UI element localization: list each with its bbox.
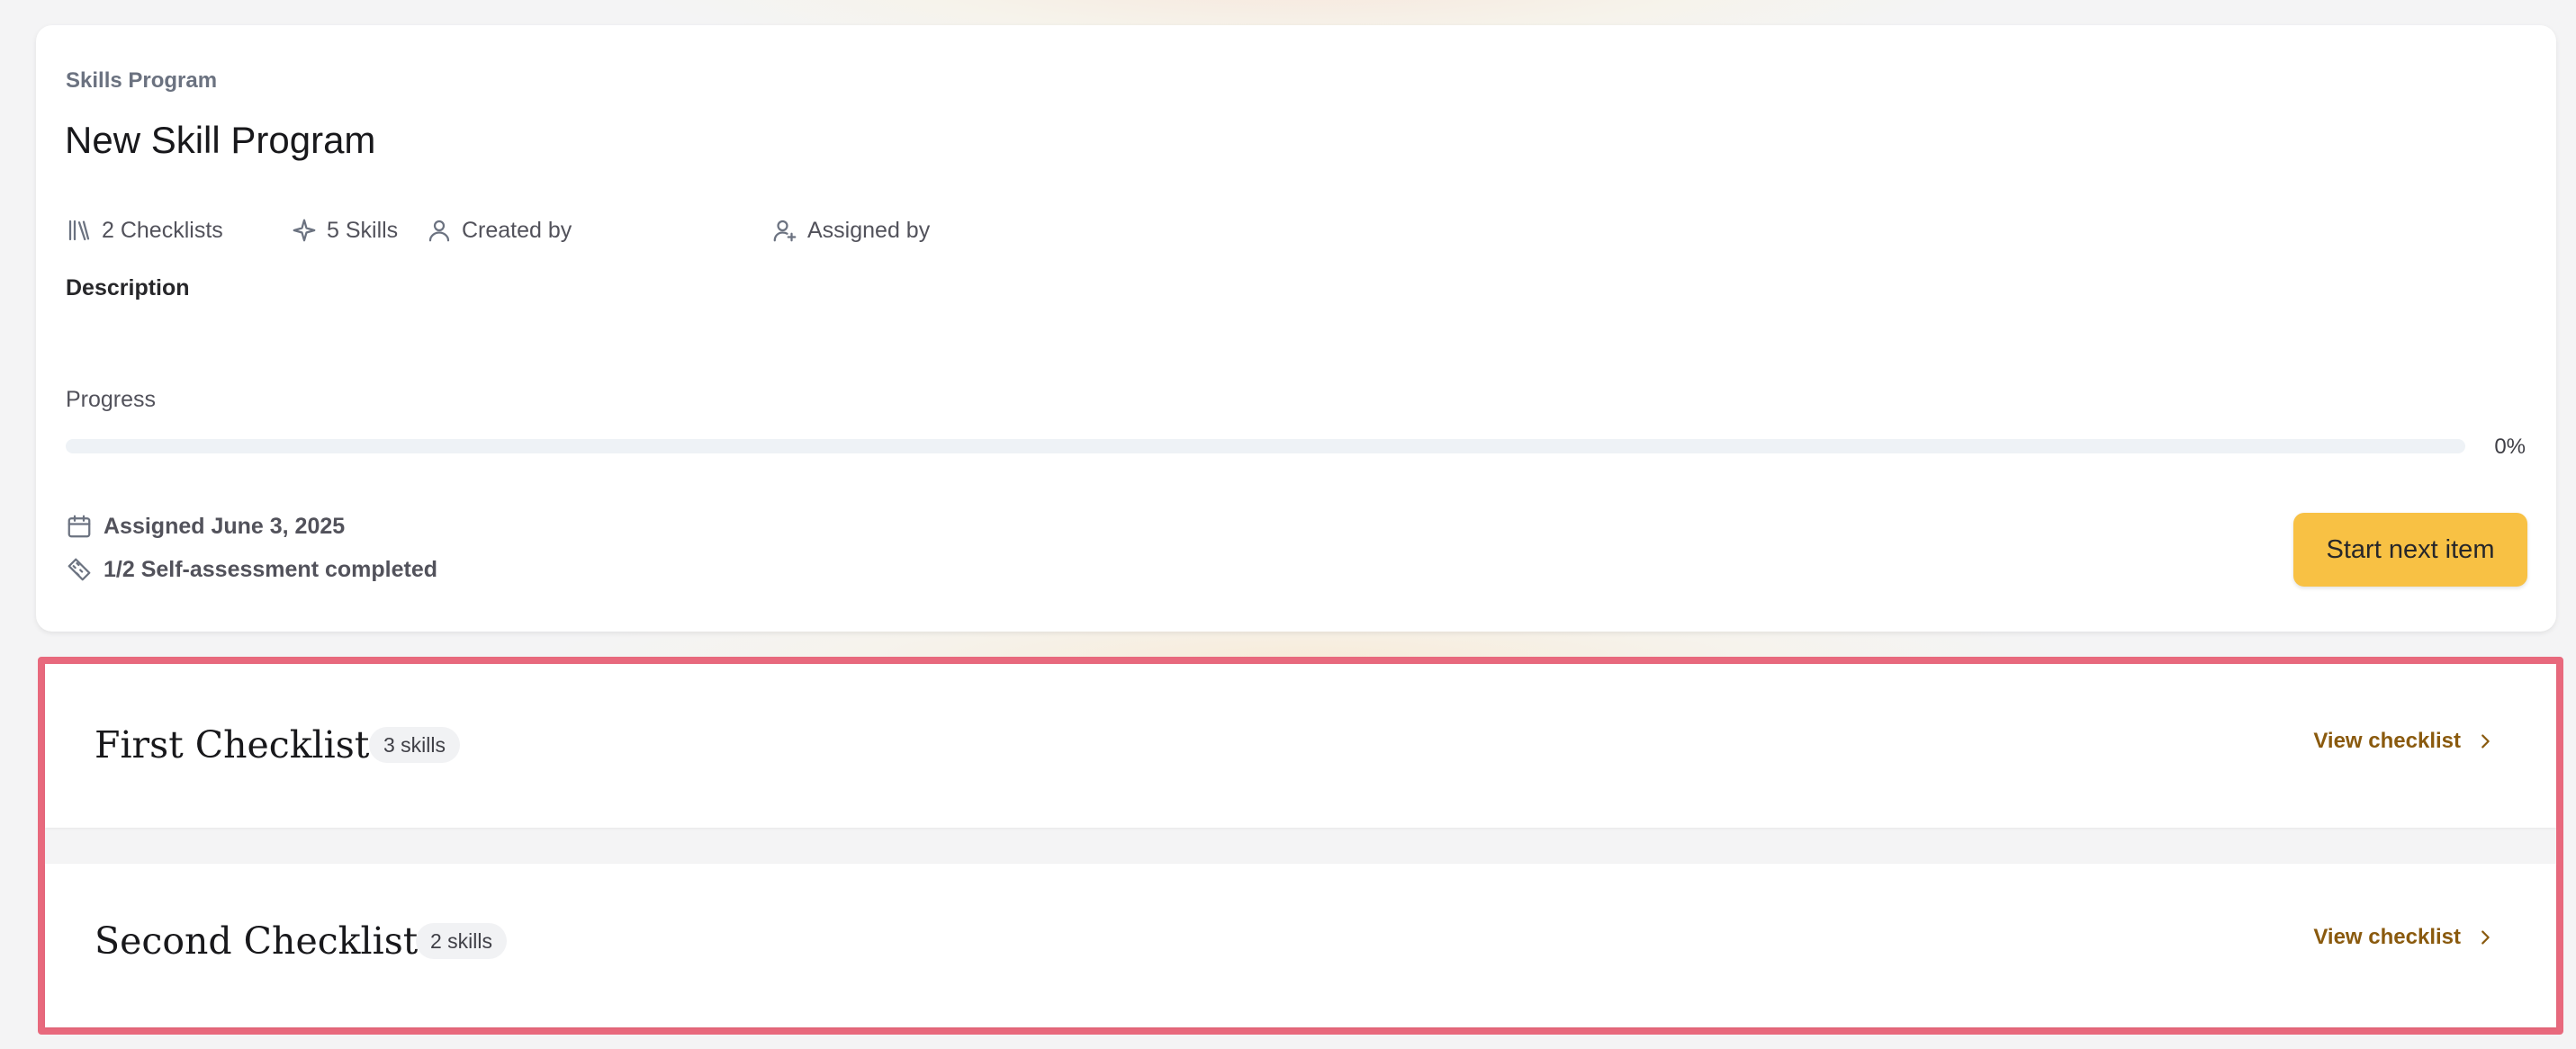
self-assessment-text: 1/2 Self-assessment completed — [104, 556, 437, 582]
program-meta: 2 Checklists 5 Skills Created by Assigne… — [66, 205, 1146, 256]
checklist-title: Second Checklist — [95, 919, 419, 963]
meta-skills: 5 Skills — [291, 205, 398, 256]
view-checklist-label: View checklist — [2313, 729, 2461, 753]
chevron-right-icon — [2481, 734, 2490, 749]
view-checklist-label: View checklist — [2313, 925, 2461, 949]
meta-checklists: 2 Checklists — [66, 205, 223, 256]
calendar-icon — [68, 515, 91, 538]
view-checklist-link[interactable]: View checklist — [2313, 925, 2495, 950]
skill-count: 5 Skills — [327, 217, 399, 243]
sparkle-icon — [293, 219, 316, 242]
checklist-title: First Checklist — [95, 723, 370, 767]
books-icon — [68, 220, 90, 241]
view-checklist-link[interactable]: View checklist — [2313, 729, 2495, 754]
checklist-card: First Checklist 3 skills View checklist — [45, 664, 2556, 828]
created-by-label: Created by — [462, 217, 572, 243]
checklists-section: First Checklist 3 skills View checklist … — [38, 657, 2563, 1035]
progress-label: Progress — [66, 387, 157, 412]
chevron-right-icon — [2481, 930, 2490, 945]
description-label: Description — [66, 275, 190, 300]
assigned-by-label: Assigned by — [807, 217, 931, 243]
eyebrow-label: Skills Program — [66, 68, 218, 93]
assigned-date: Assigned June 3, 2025 — [66, 513, 345, 540]
self-assessment-status: 1/2 Self-assessment completed — [66, 556, 437, 583]
skills-badge: 3 skills — [369, 727, 461, 763]
program-card: Skills Program New Skill Program 2 Check… — [36, 25, 2556, 632]
checklist-card: Second Checklist 2 skills View checklist — [45, 864, 2556, 1027]
tag-icon — [68, 558, 91, 581]
progress-percent: 0% — [2494, 435, 2526, 459]
user-icon — [428, 220, 450, 242]
assigned-date-text: Assigned June 3, 2025 — [104, 513, 346, 539]
user-plus-icon — [773, 220, 797, 242]
meta-assigned-by: Assigned by — [771, 205, 930, 256]
checklist-count: 2 Checklists — [102, 217, 223, 243]
start-next-item-button[interactable]: Start next item — [2293, 513, 2527, 587]
meta-created-by: Created by — [426, 205, 572, 256]
progress-bar — [66, 439, 2465, 453]
page-title: New Skill Program — [65, 119, 376, 161]
skills-badge: 2 skills — [416, 923, 508, 959]
